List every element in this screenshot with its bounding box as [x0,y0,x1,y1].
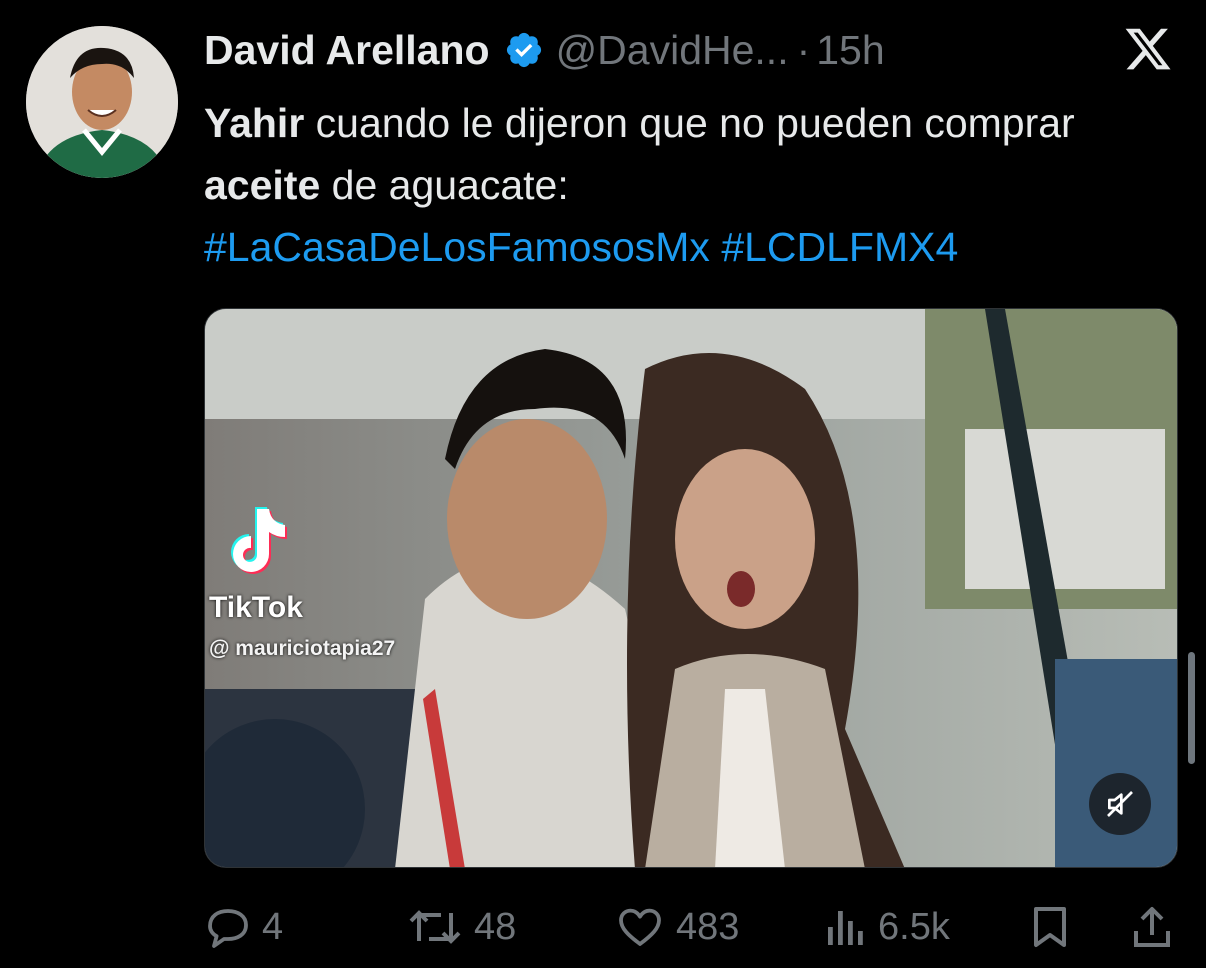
hashtag-link[interactable]: #LCDLFMX4 [721,224,958,270]
bookmark-icon [1034,907,1066,947]
reply-count: 4 [262,905,284,948]
video-player[interactable]: TikTok @ mauriciotapia27 [204,308,1178,868]
views-button[interactable]: 6.5k [824,896,950,958]
like-button[interactable]: 483 [614,896,739,958]
tiktok-watermark-user: @ mauriciotapia27 [209,637,396,660]
tiktok-watermark-label: TikTok [209,591,303,624]
share-icon [1134,907,1170,947]
reply-icon [208,909,248,948]
reply-button[interactable]: 4 [204,896,283,958]
avatar-image [26,26,178,178]
avatar[interactable] [26,26,178,178]
author-handle[interactable]: @DavidHe... [556,27,789,74]
x-logo-icon[interactable] [1122,24,1174,74]
keyword-bold: aceite [204,162,321,208]
video-frame [205,309,1177,867]
repost-count: 48 [474,905,517,948]
tweet-text: Yahir cuando le dijeron que no pueden co… [204,92,1164,278]
verified-badge-icon [504,30,544,70]
repost-icon [409,910,461,944]
scrollbar[interactable] [1188,652,1195,764]
muted-speaker-icon [1107,791,1133,817]
mention-name-bold: Yahir [204,100,305,146]
repost-button[interactable]: 48 [406,896,516,958]
author-name[interactable]: David Arellano [204,27,490,74]
tweet-text-part-2: de aguacate: [320,162,569,208]
hashtag-link[interactable]: #LaCasaDeLosFamososMx [204,224,710,270]
mute-button[interactable] [1089,773,1151,835]
tweet-header: David Arellano @DavidHe... · 15h [204,24,885,76]
share-button[interactable] [1128,896,1176,958]
views-count: 6.5k [878,905,950,948]
like-count: 483 [676,905,740,948]
heart-icon [619,908,661,946]
tweet-text-part-1: cuando le dijeron que no pueden comprar [304,100,1075,146]
tweet-time[interactable]: 15h [816,27,884,74]
separator-dot: · [796,26,811,73]
views-chart-icon [828,911,863,945]
bookmark-button[interactable] [1026,896,1074,958]
tweet-actions: 4 48 483 6.5k [204,896,1174,958]
